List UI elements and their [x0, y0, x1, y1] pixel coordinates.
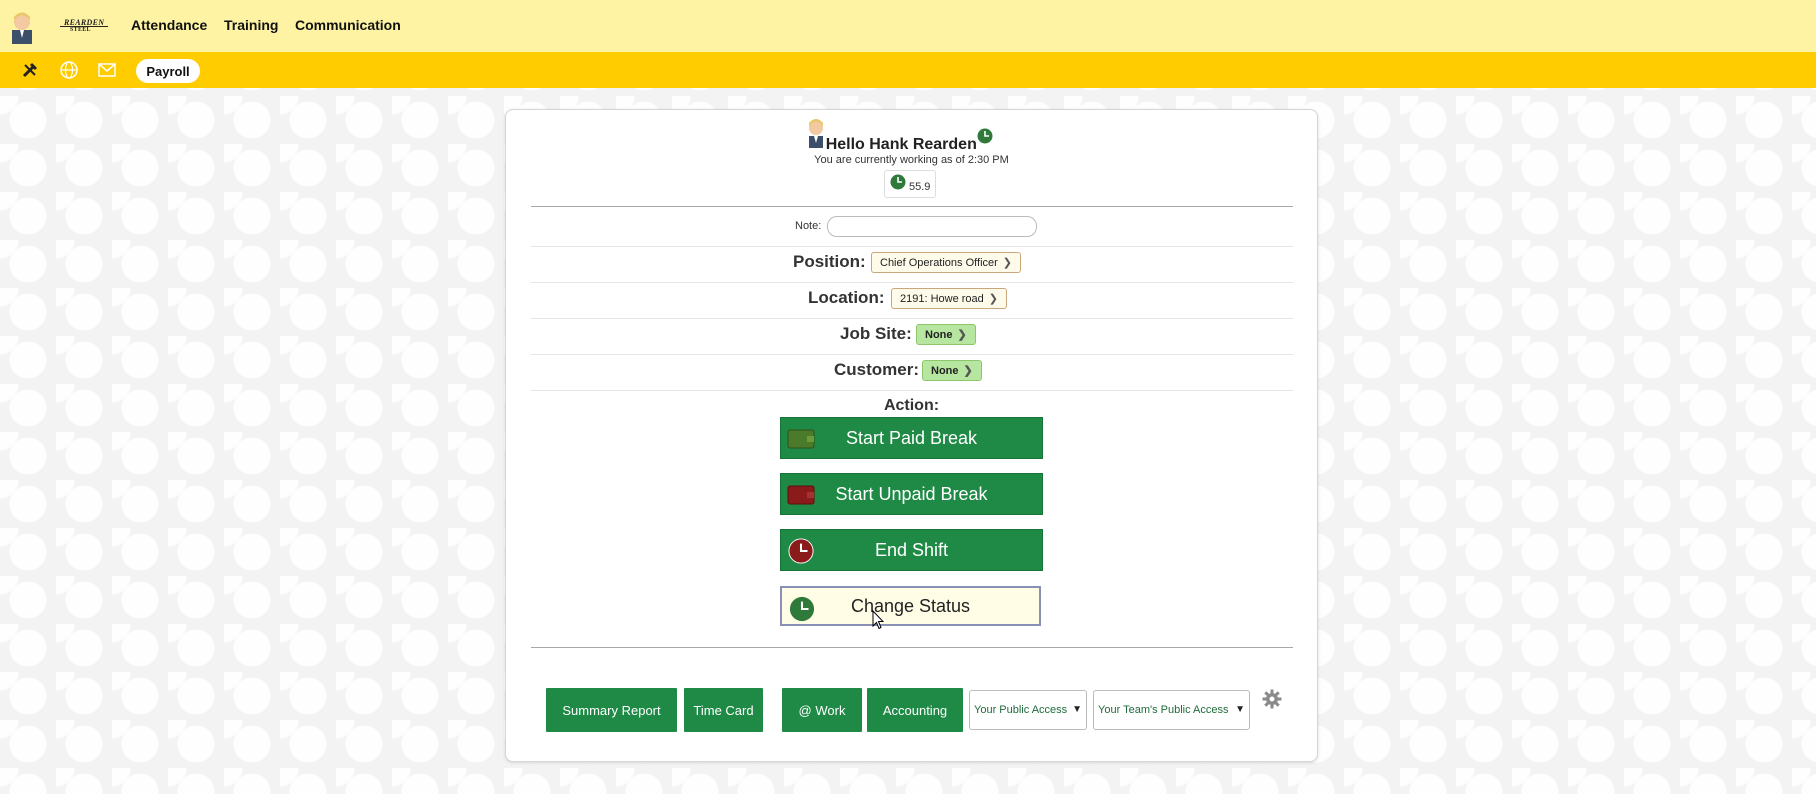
start-unpaid-break-label: Start Unpaid Break	[835, 483, 988, 504]
customer-value: None	[931, 364, 959, 377]
customer-selector[interactable]: None ❯	[922, 360, 982, 381]
location-selector[interactable]: 2191: Howe road ❯	[891, 288, 1007, 309]
row-divider	[531, 318, 1293, 319]
top-nav-bar: REARDEN STEEL Attendance Training Commun…	[0, 0, 1816, 52]
clock-icon	[890, 174, 906, 190]
payroll-button[interactable]: Payroll	[136, 59, 200, 83]
row-divider	[531, 246, 1293, 247]
nav-communication[interactable]: Communication	[295, 17, 401, 33]
chevron-right-icon: ❯	[988, 293, 998, 305]
divider	[531, 206, 1293, 207]
note-input[interactable]	[827, 216, 1037, 237]
chevron-down-icon: ▼	[1235, 704, 1245, 715]
location-label: Location:	[808, 288, 885, 307]
paid-break-icon	[787, 429, 815, 449]
team-public-access-select[interactable]: Your Team's Public Access ▼	[1093, 690, 1250, 730]
note-label: Note:	[795, 220, 822, 232]
position-selector[interactable]: Chief Operations Officer ❯	[871, 252, 1022, 273]
chevron-down-icon: ▼	[1072, 704, 1082, 715]
end-shift-clock-icon	[788, 538, 814, 564]
jobsite-label: Job Site:	[840, 324, 912, 343]
divider	[531, 647, 1293, 648]
accounting-button[interactable]: Accounting	[867, 688, 963, 732]
company-logo[interactable]: REARDEN STEEL	[60, 18, 108, 36]
greeting-text: Hello Hank Rearden	[506, 128, 1317, 154]
unpaid-break-icon	[787, 485, 815, 505]
summary-report-button[interactable]: Summary Report	[546, 688, 677, 732]
secondary-nav-bar	[0, 52, 1816, 88]
time-card-button[interactable]: Time Card	[684, 688, 763, 732]
action-label: Action:	[883, 397, 940, 414]
position-label: Position:	[793, 252, 866, 271]
position-value: Chief Operations Officer	[880, 256, 998, 269]
chevron-right-icon: ❯	[1002, 257, 1013, 269]
start-unpaid-break-button[interactable]: Start Unpaid Break	[780, 473, 1043, 515]
public-access-value: Your Public Access	[974, 704, 1068, 716]
globe-icon[interactable]	[59, 60, 79, 80]
start-paid-break-label: Start Paid Break	[845, 427, 978, 448]
public-access-select[interactable]: Your Public Access ▼	[969, 690, 1087, 730]
row-divider	[531, 354, 1293, 355]
logo-text-bottom: STEEL	[70, 27, 91, 33]
mail-icon[interactable]	[97, 60, 117, 80]
end-shift-label: End Shift	[874, 539, 949, 560]
hours-value: 55.9	[909, 181, 931, 193]
jobsite-selector[interactable]: None ❯	[916, 324, 976, 345]
change-status-label: Change Status	[850, 595, 971, 616]
change-status-clock-icon	[789, 596, 815, 622]
customer-label: Customer:	[834, 360, 920, 379]
greeting-label: Hello Hank Rearden	[825, 136, 977, 153]
location-value: 2191: Howe road	[900, 292, 984, 305]
jobsite-value: None	[925, 328, 953, 341]
nav-training[interactable]: Training	[224, 17, 278, 33]
team-public-access-value: Your Team's Public Access	[1098, 704, 1229, 716]
clock-status-icon	[977, 128, 993, 144]
nav-attendance[interactable]: Attendance	[131, 17, 207, 33]
start-paid-break-button[interactable]: Start Paid Break	[780, 417, 1043, 459]
punch-clock-card: Hello Hank Rearden You are currently wor…	[505, 109, 1318, 762]
change-status-button[interactable]: Change Status	[780, 586, 1041, 626]
at-work-button[interactable]: @ Work	[782, 688, 862, 732]
tools-icon[interactable]	[20, 60, 40, 80]
row-divider	[531, 282, 1293, 283]
chevron-right-icon: ❯	[963, 365, 973, 377]
chevron-right-icon: ❯	[957, 329, 967, 341]
user-avatar[interactable]	[8, 10, 36, 44]
hours-badge: 55.9	[884, 170, 936, 198]
working-status-text: You are currently working as of 2:30 PM	[814, 154, 1009, 166]
end-shift-button[interactable]: End Shift	[780, 529, 1043, 571]
row-divider	[531, 390, 1293, 391]
gear-icon[interactable]	[1262, 689, 1282, 709]
mouse-cursor-icon	[872, 610, 884, 630]
